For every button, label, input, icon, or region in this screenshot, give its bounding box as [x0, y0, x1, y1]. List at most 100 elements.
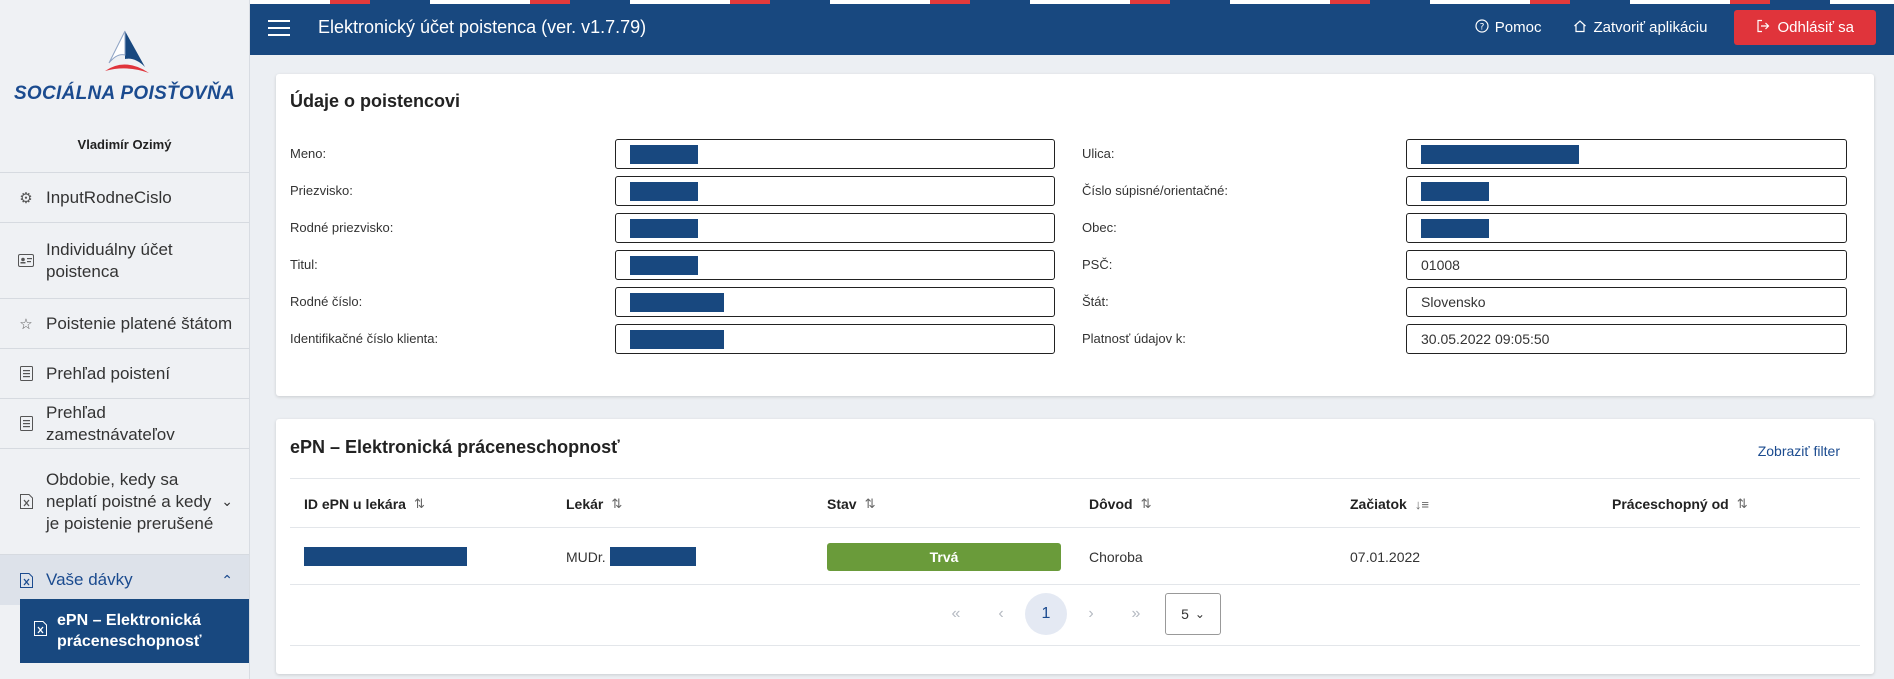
logout-button[interactable]: Odhlásiť sa [1733, 10, 1876, 45]
prev-page-button[interactable]: ‹ [980, 593, 1022, 635]
sidebar-item-label: Prehľad poistení [46, 363, 171, 383]
redacted-value [630, 255, 698, 275]
cell-epn-id [304, 528, 467, 585]
sidebar-item-epn[interactable]: ePN – Elektronická práceneschopnosť [20, 599, 249, 663]
page-size-select[interactable]: 5 ⌄ [1165, 593, 1221, 635]
client-id-field[interactable] [615, 324, 1055, 354]
next-page-button[interactable]: › [1070, 593, 1112, 635]
column-header-start[interactable]: Začiatok ↓≡ [1350, 479, 1429, 529]
logout-label: Odhlásiť sa [1777, 19, 1855, 36]
redacted-value [304, 547, 467, 566]
sidebar-item-insurance-overview[interactable]: Prehľad poistení [0, 349, 249, 399]
show-filter-link[interactable]: Zobraziť filter [1758, 443, 1840, 459]
postal-code-field[interactable]: 01008 [1406, 250, 1847, 280]
logo[interactable]: SOCIÁLNA POISŤOVŇA [0, 0, 249, 135]
column-header-doctor[interactable]: Lekár ⇅ [566, 479, 622, 529]
sidebar-item-label: Individuálny účet poistenca [46, 239, 173, 281]
sidebar-item-employers-overview[interactable]: Prehľad zamestnávateľov [0, 399, 249, 449]
sort-icon[interactable]: ⇅ [865, 496, 876, 512]
cell-doctor: MUDr. [566, 528, 696, 585]
user-name: Vladimír Ozimý [0, 135, 249, 173]
gear-icon: ⚙ [19, 189, 33, 207]
sort-desc-icon[interactable]: ↓≡ [1415, 497, 1429, 512]
decorative-stripes [250, 0, 1894, 4]
title-field[interactable] [615, 250, 1055, 280]
country-field[interactable]: Slovensko [1406, 287, 1847, 317]
svg-text:?: ? [1479, 23, 1484, 33]
column-header-status[interactable]: Stav ⇅ [827, 479, 875, 529]
insured-data-card: Údaje o poistencovi Meno: Priezvisko: Ro… [276, 74, 1874, 396]
field-label-title: Titul: [290, 257, 318, 272]
street-field[interactable] [1406, 139, 1847, 169]
logout-icon [1756, 19, 1770, 37]
table-row[interactable]: MUDr. Trvá Choroba 07.01.2022 [290, 528, 1860, 585]
column-header-fit-from[interactable]: Práceschopný od ⇅ [1612, 479, 1748, 529]
table-header: ID ePN u lekára ⇅ Lekár ⇅ Stav ⇅ Dôvod ⇅ Zač… [290, 478, 1860, 528]
close-app-link[interactable]: Zatvoriť aplikáciu [1573, 19, 1708, 36]
field-label-birth-surname: Rodné priezvisko: [290, 220, 394, 235]
field-label-first-name: Meno: [290, 146, 327, 161]
pagination: « ‹ 1 › » 5 ⌄ [276, 593, 1874, 637]
sidebar-item-label: Poistenie platené štátom [46, 313, 233, 333]
insured-data-title: Údaje o poistencovi [290, 91, 461, 111]
status-badge: Trvá [827, 542, 1061, 571]
first-page-button[interactable]: « [935, 593, 977, 635]
app-title: Elektronický účet poistenca (ver. v1.7.7… [318, 17, 647, 37]
sort-icon[interactable]: ⇅ [414, 496, 425, 512]
field-label-surname: Priezvisko: [290, 183, 353, 198]
logo-mark-icon [104, 30, 149, 73]
first-name-field[interactable] [615, 139, 1055, 169]
field-label-city: Obec: [1082, 220, 1117, 235]
divider [290, 645, 1860, 646]
redacted-value [630, 218, 698, 238]
page-size-value: 5 [1181, 606, 1189, 622]
sort-icon[interactable]: ⇅ [1141, 496, 1152, 512]
file-excel-icon [16, 572, 36, 588]
id-card-icon [16, 254, 36, 267]
house-number-field[interactable] [1406, 176, 1847, 206]
valid-as-of-field[interactable]: 30.05.2022 09:05:50 [1406, 324, 1847, 354]
sidebar-item-state-insurance[interactable]: ☆ Poistenie platené štátom [0, 299, 249, 349]
sidebar-item-label: InputRodneCislo [46, 187, 172, 207]
cell-status: Trvá [827, 528, 1061, 585]
sidebar-item-period-no-contribution[interactable]: Obdobie, kedy sa neplatí poistné a kedy … [0, 449, 249, 555]
redacted-value [630, 181, 698, 201]
question-circle-icon: ? [1475, 19, 1489, 36]
logo-text: SOCIÁLNA POISŤOVŇA [13, 83, 236, 104]
sort-icon[interactable]: ⇅ [1737, 496, 1748, 512]
birth-number-field[interactable] [615, 287, 1055, 317]
redacted-value [630, 292, 724, 312]
sidebar-item-your-benefits[interactable]: Vaše dávky ⌃ [0, 555, 249, 605]
cell-start: 07.01.2022 [1350, 548, 1421, 565]
chevron-up-icon: ⌃ [221, 571, 233, 588]
help-label: Pomoc [1494, 19, 1542, 36]
sidebar-item-input-rodne-cislo[interactable]: ⚙ InputRodneCislo [0, 173, 249, 223]
sidebar-item-label: Obdobie, kedy sa neplatí poistné a kedy … [46, 469, 214, 533]
sidebar: SOCIÁLNA POISŤOVŇA Vladimír Ozimý ⚙ Inpu… [0, 0, 250, 679]
birth-surname-field[interactable] [615, 213, 1055, 243]
doctor-prefix: MUDr. [566, 548, 606, 565]
sidebar-item-individual-account[interactable]: Individuálny účet poistenca [0, 223, 249, 299]
field-label-street: Ulica: [1082, 146, 1115, 161]
column-header-epn-id[interactable]: ID ePN u lekára ⇅ [304, 479, 425, 529]
last-page-button[interactable]: » [1115, 593, 1157, 635]
home-icon [1573, 19, 1587, 36]
help-link[interactable]: ? Pomoc [1475, 19, 1542, 36]
file-excel-icon [16, 494, 36, 509]
field-label-house-number: Číslo súpisné/orientačné: [1082, 183, 1228, 198]
menu-icon[interactable] [268, 19, 290, 36]
surname-field[interactable] [615, 176, 1055, 206]
document-icon [16, 366, 36, 381]
document-icon [16, 416, 36, 431]
file-excel-icon [34, 620, 47, 642]
close-app-label: Zatvoriť aplikáciu [1593, 19, 1708, 36]
page-1-button[interactable]: 1 [1025, 593, 1067, 635]
sort-icon[interactable]: ⇅ [611, 496, 622, 512]
redacted-value [1421, 144, 1579, 164]
star-icon: ☆ [19, 315, 33, 333]
city-field[interactable] [1406, 213, 1847, 243]
sidebar-item-label: Prehľad zamestnávateľov [46, 402, 175, 444]
top-bar: Elektronický účet poistenca (ver. v1.7.7… [250, 0, 1894, 55]
field-label-valid-as-of: Platnosť údajov k: [1082, 331, 1186, 346]
column-header-reason[interactable]: Dôvod ⇅ [1089, 479, 1151, 529]
